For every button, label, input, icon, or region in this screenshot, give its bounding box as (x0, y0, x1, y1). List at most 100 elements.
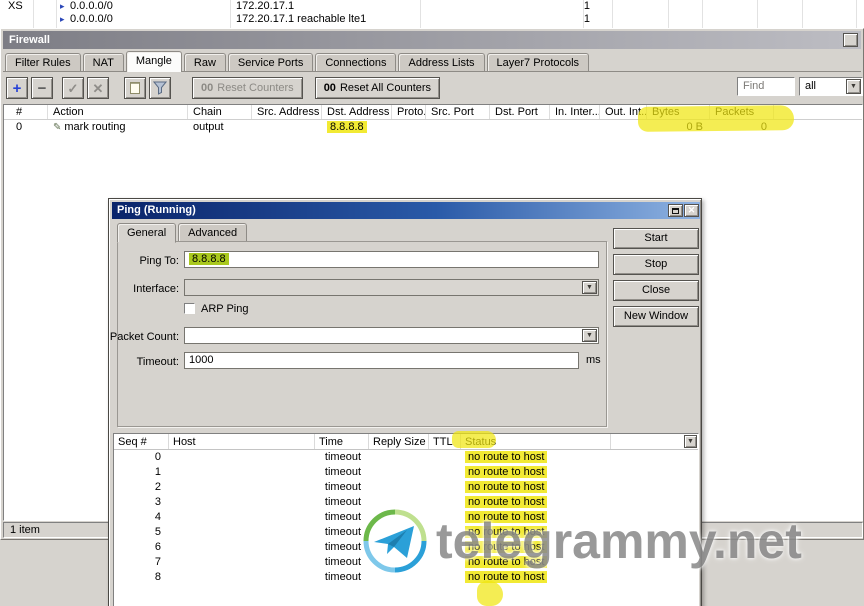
col-dst-port[interactable]: Dst. Port (490, 105, 550, 119)
remove-button[interactable]: − (31, 77, 53, 99)
timeout-label: Timeout: (136, 356, 179, 368)
column-select-icon[interactable]: ▼ (684, 435, 697, 448)
find-placeholder: Find (743, 80, 765, 92)
seq-cell: 7 (154, 556, 161, 568)
enable-button[interactable]: ✓ (62, 77, 84, 99)
item-count: 1 item (10, 524, 40, 536)
ttl-cell (429, 450, 461, 465)
rule-dst-port (490, 120, 550, 135)
check-icon: ✓ (67, 80, 79, 96)
reply-size-cell (369, 450, 429, 465)
col-time[interactable]: Time (315, 434, 369, 449)
host-cell (169, 450, 315, 465)
tab-advanced[interactable]: Advanced (178, 223, 248, 242)
disable-button[interactable]: ✕ (87, 77, 109, 99)
chevron-down-icon: ▼ (582, 281, 597, 294)
host-cell (169, 540, 315, 555)
maximize-icon (672, 207, 679, 214)
seq-cell: 4 (154, 511, 161, 523)
tab-nat[interactable]: NAT (82, 53, 124, 72)
counters-prefix: 00 (323, 82, 336, 94)
col-chain[interactable]: Chain (188, 105, 252, 119)
timeout-input[interactable]: 1000 (184, 352, 579, 369)
host-cell (169, 495, 315, 510)
rule-chain: output (193, 121, 224, 133)
route-dst: 0.0.0.0/0 (70, 0, 113, 12)
filter-dropdown[interactable]: all ▼ (799, 77, 863, 96)
comment-button[interactable] (124, 77, 146, 99)
route-dst: 0.0.0.0/0 (70, 13, 113, 25)
arp-ping-label: ARP Ping (201, 303, 249, 315)
route-flags: XS (8, 0, 23, 12)
ping-result-row[interactable]: 2 timeout no route to host (114, 480, 698, 495)
ping-title: Ping (Running) (117, 204, 196, 216)
ping-titlebar[interactable]: Ping (Running) ✕ (112, 202, 700, 219)
col-action[interactable]: Action (48, 105, 188, 119)
host-cell (169, 465, 315, 480)
col-protocol[interactable]: Proto... (392, 105, 426, 119)
reply-size-cell (369, 480, 429, 495)
reset-counters-button[interactable]: 00 Reset Counters (192, 77, 303, 99)
reply-size-cell (369, 465, 429, 480)
firewall-titlebar[interactable]: Firewall (3, 31, 861, 49)
col-reply-size[interactable]: Reply Size (369, 434, 429, 449)
tab-raw[interactable]: Raw (183, 53, 226, 72)
route-arrow-icon: ▸ (60, 1, 65, 11)
interface-dropdown[interactable]: ▼ (184, 279, 599, 296)
ttl-cell (429, 465, 461, 480)
col-src-port[interactable]: Src. Port (426, 105, 490, 119)
col-src-address[interactable]: Src. Address (252, 105, 322, 119)
close-button[interactable]: Close (613, 280, 699, 301)
highlight-smear (452, 431, 496, 448)
ping-result-row[interactable]: 0 timeout no route to host (114, 450, 698, 465)
reset-all-counters-button[interactable]: 00 Reset All Counters (314, 77, 441, 99)
maximize-button[interactable] (668, 204, 683, 217)
status-cell: no route to host (461, 465, 611, 480)
highlight-smear (637, 105, 795, 132)
ping-to-input[interactable]: 8.8.8.8 (184, 251, 599, 268)
col-in-interface[interactable]: In. Inter... (550, 105, 600, 119)
tab-address-lists[interactable]: Address Lists (398, 53, 485, 72)
filter-button[interactable] (149, 77, 171, 99)
ping-tabs: General Advanced (117, 223, 248, 243)
stop-button[interactable]: Stop (613, 254, 699, 275)
col-host[interactable]: Host (169, 434, 315, 449)
find-input[interactable]: Find (737, 77, 795, 96)
route-distance: 1 (583, 13, 590, 25)
close-icon: ✕ (687, 205, 696, 215)
rule-dst-address: 8.8.8.8 (322, 120, 392, 135)
route-row[interactable]: ▸ 0.0.0.0/0 172.20.17.1 reachable lte1 1 (0, 13, 864, 26)
results-header: Seq # Host Time Reply Size TTL Status ▼ (114, 434, 698, 450)
tab-service-ports[interactable]: Service Ports (227, 53, 314, 72)
add-button[interactable]: + (6, 77, 28, 99)
host-cell (169, 570, 315, 585)
new-window-button[interactable]: New Window (613, 306, 699, 327)
col-dst-address[interactable]: Dst. Address (322, 105, 392, 119)
tab-filter-rules[interactable]: Filter Rules (5, 53, 81, 72)
seq-cell: 3 (154, 496, 161, 508)
col-num[interactable]: # (4, 105, 48, 119)
packet-count-dropdown[interactable]: ▼ (184, 327, 599, 344)
timeout-unit: ms (586, 354, 601, 366)
start-button[interactable]: Start (613, 228, 699, 249)
firewall-toolbar: + − ✓ ✕ 00 Reset Counters 00 Reset All Cou… (6, 76, 452, 100)
route-arrow-icon: ▸ (60, 14, 65, 24)
tab-layer7-protocols[interactable]: Layer7 Protocols (486, 53, 590, 72)
ping-result-row[interactable]: 1 timeout no route to host (114, 465, 698, 480)
route-row[interactable]: XS ▸ 0.0.0.0/0 172.20.17.1 1 (0, 0, 864, 13)
tab-connections[interactable]: Connections (315, 53, 397, 72)
col-seq[interactable]: Seq # (114, 434, 169, 449)
host-cell (169, 510, 315, 525)
highlight-smear (477, 581, 503, 606)
tab-general[interactable]: General (117, 223, 177, 243)
cross-icon: ✕ (92, 80, 104, 96)
rule-action: ✎ mark routing (53, 121, 126, 133)
window-close-button[interactable] (843, 33, 858, 47)
host-cell (169, 480, 315, 495)
reset-all-counters-label: Reset All Counters (339, 82, 432, 94)
telegram-logo (362, 508, 428, 574)
tab-mangle[interactable]: Mangle (125, 51, 182, 72)
close-button[interactable]: ✕ (684, 204, 699, 217)
rule-src-address (252, 120, 322, 135)
arp-ping-checkbox[interactable] (184, 303, 195, 314)
